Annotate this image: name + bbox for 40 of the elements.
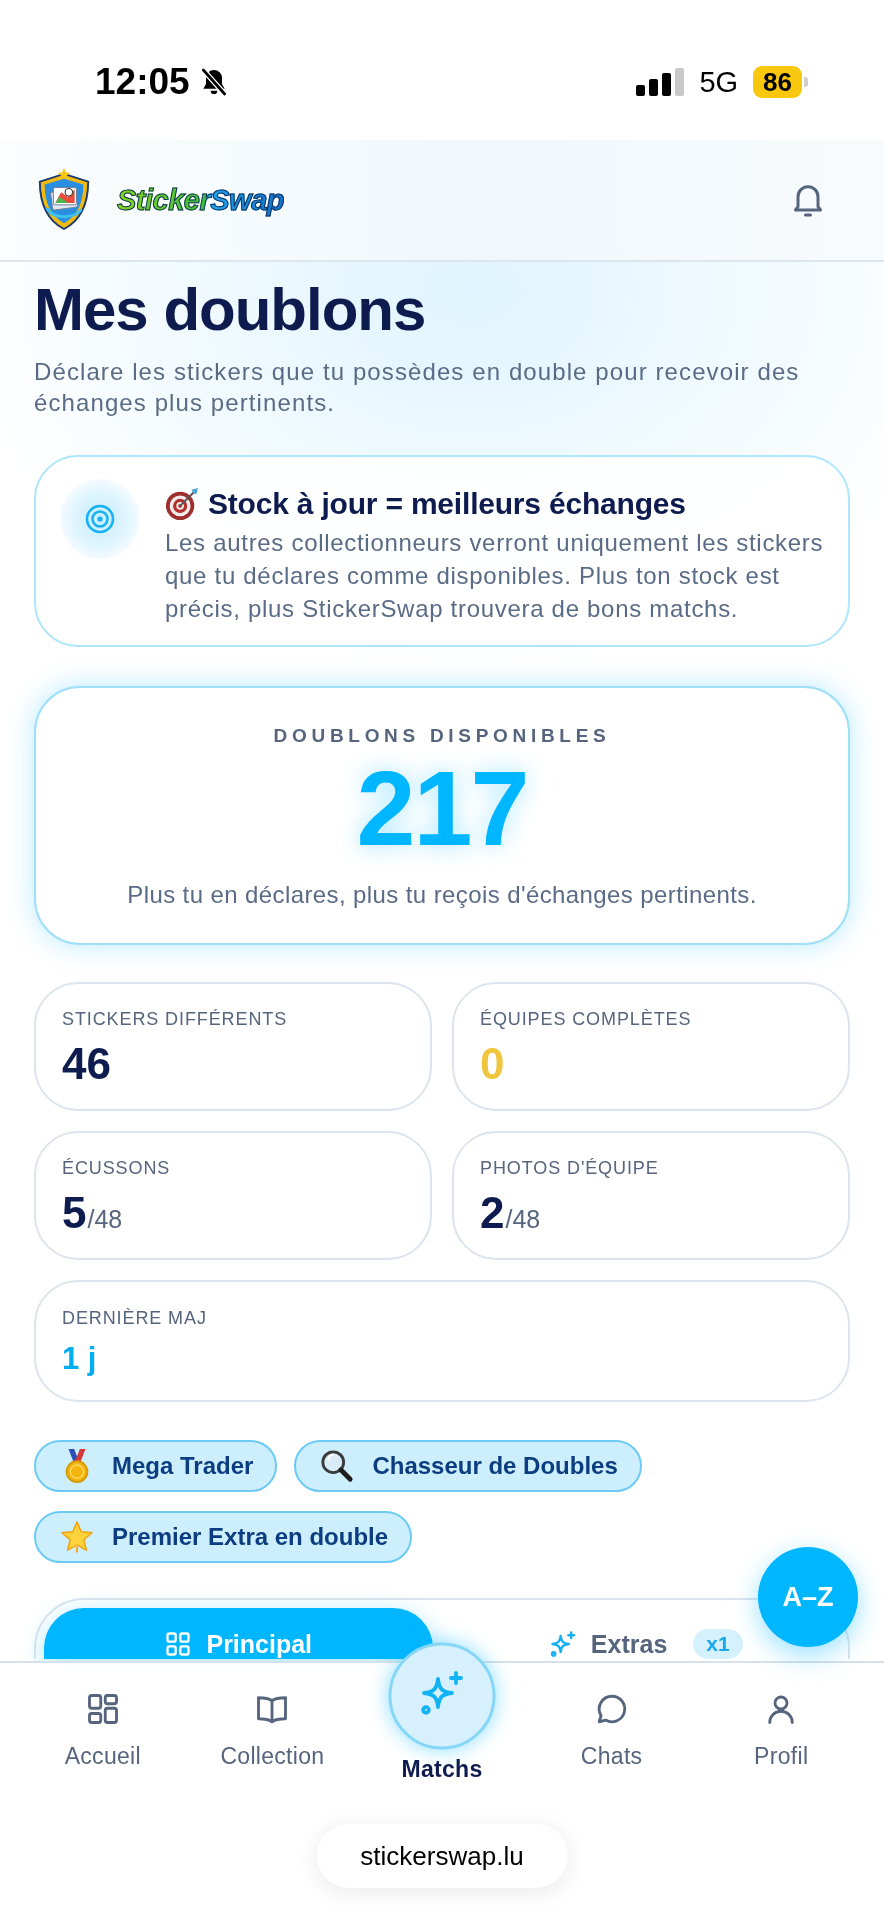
page-title: Mes doublons	[34, 278, 427, 342]
target-icon	[60, 479, 140, 559]
achievement-title: Chasseur de Doubles	[372, 1452, 618, 1480]
summary-label: DOUBLONS DISPONIBLES	[273, 724, 611, 748]
stat-total: /48	[505, 1204, 541, 1234]
stat-value: 1 j	[62, 1341, 97, 1377]
sparkle-icon	[548, 1630, 577, 1658]
stat-label: ÉCUSSONS	[62, 1157, 171, 1180]
nav-item[interactable]: Collection	[216, 1691, 329, 1769]
stat-total: /48	[87, 1204, 123, 1234]
signal-icon	[636, 68, 685, 96]
star-icon	[60, 1520, 94, 1554]
sparkle-icon	[388, 1642, 496, 1750]
dartboard-icon	[165, 487, 199, 521]
achievement-title: Mega Trader	[112, 1452, 254, 1480]
network-type: 5G	[699, 65, 739, 99]
tip-text: Les autres collectionneurs verront uniquement les stickers que tu déclares comme disponibles. Plus ton stock est précis, plus StickerSwap trouvera de bons matchs.	[165, 528, 825, 624]
stat-label: DERNIÈRE MAJ	[62, 1307, 207, 1330]
tip-title: Stock à jour = meilleurs échanges	[208, 487, 686, 521]
tab[interactable]: Extras x1	[542, 1608, 749, 1659]
address-bar[interactable]: stickerswap.lu	[316, 1824, 568, 1888]
summary-value: 217	[356, 756, 528, 860]
stat-label: PHOTOS D'ÉQUIPE	[480, 1157, 659, 1180]
battery-indicator: 86	[753, 66, 808, 98]
nav-item[interactable]: Accueil	[60, 1691, 145, 1769]
status-time: 12:05	[95, 61, 190, 103]
magnifier-icon	[320, 1449, 355, 1483]
grid-icon	[164, 1630, 193, 1658]
stat-value: 46	[62, 1040, 111, 1088]
nav-item[interactable]: Chats	[576, 1691, 647, 1769]
nav-item[interactable]: Profil	[750, 1691, 813, 1769]
count-badge: x1	[693, 1629, 743, 1659]
stat-value: 2	[480, 1189, 505, 1237]
achievement-title: Premier Extra en double	[112, 1523, 389, 1551]
stat-label: ÉQUIPES COMPLÈTES	[480, 1008, 692, 1031]
stat-value: 0	[480, 1040, 505, 1088]
stat-value: 5	[62, 1189, 87, 1237]
stat-label: STICKERS DIFFÉRENTS	[62, 1008, 288, 1031]
page-subtitle: Déclare les stickers que tu possèdes en double pour recevoir des échanges plus pertinents.	[34, 357, 801, 418]
summary-note: Plus tu en déclares, plus tu reçois d'échanges pertinents.	[127, 880, 757, 910]
